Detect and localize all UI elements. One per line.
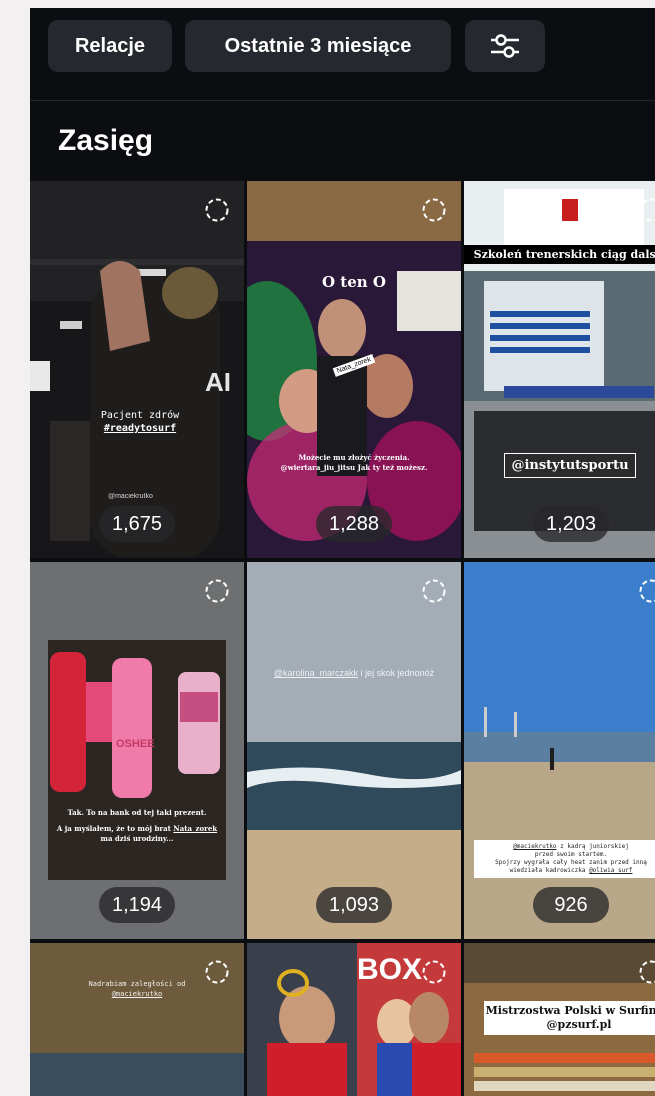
story-tile[interactable]: @karolina_marczakk i jej skok jednonóż 1… — [247, 562, 461, 939]
story-thumbnail: AI — [30, 181, 244, 558]
story-caption: BOX — [357, 953, 423, 986]
content-type-filter-button[interactable]: Relacje — [48, 20, 172, 72]
story-mention: @pzsurf.pl — [546, 1018, 612, 1031]
story-ring-icon — [205, 960, 229, 984]
section-title: Zasięg — [58, 124, 154, 157]
reach-count: 1,203 — [533, 506, 609, 542]
story-ring-icon — [205, 198, 229, 222]
time-period-filter-button[interactable]: Ostatnie 3 miesiące — [185, 20, 451, 72]
story-tile[interactable]: Nadrabiam zaległości od @maciekrutko — [30, 943, 244, 1096]
story-note: ma dziś urodziny... — [100, 834, 174, 843]
story-mention: Nata_zorek — [173, 824, 218, 833]
story-ring-icon — [205, 579, 229, 603]
story-mention: @maciekrutko — [108, 493, 153, 500]
story-caption: Pacjent zdrów — [100, 410, 180, 421]
story-caption: O ten O — [322, 273, 386, 291]
story-note: Tak. To na bank od tej taki prezent. — [67, 808, 207, 817]
story-tile[interactable]: Szkoleń trenerskich ciąg dalszy @instytu… — [464, 181, 655, 558]
story-ring-icon — [639, 960, 655, 984]
story-tile[interactable]: OSHEE Tak. To na bank od tej taki prezen… — [30, 562, 244, 939]
story-note: A ja myślałem, że to mój brat — [56, 824, 171, 833]
story-mention: @karolina_marczakk — [273, 668, 359, 678]
svg-text:AI: AI — [205, 367, 231, 397]
story-caption: i jej skok jednonóż — [360, 668, 435, 678]
story-thumbnail — [247, 562, 461, 939]
story-caption: z kadrą juniorskiej — [560, 843, 629, 850]
story-thumbnail — [464, 562, 655, 939]
story-note: przed swoim startem. — [534, 851, 608, 858]
more-filters-button[interactable] — [465, 20, 545, 72]
story-mention: @maciekrutko — [513, 843, 557, 850]
story-caption: Mistrzostwa Polski w Surfingu — [485, 1004, 655, 1017]
story-note: @wiertara_jiu_jitsu Jak ty też możesz. — [280, 463, 428, 472]
story-tile[interactable]: @maciekrutko z kadrą juniorskiej przed s… — [464, 562, 655, 939]
reach-count: 926 — [533, 887, 609, 923]
instagram-insights-screen: Relacje Ostatnie 3 miesiące Zasięg AI Pa… — [30, 8, 655, 1096]
story-caption: Szkoleń trenerskich ciąg dalszy — [464, 245, 655, 264]
stories-grid: AI Pacjent zdrów #readytosurf @maciekrut… — [30, 181, 655, 1096]
story-note: wiedziała kadrowiczka — [509, 867, 586, 874]
reach-count: 1,288 — [316, 506, 392, 542]
drink-brand: OSHEE — [116, 738, 155, 750]
story-mention: @maciekrutko — [111, 990, 163, 998]
story-tile[interactable]: AI Pacjent zdrów #readytosurf @maciekrut… — [30, 181, 244, 558]
story-ring-icon — [639, 579, 655, 603]
story-tile[interactable]: BOX — [247, 943, 461, 1096]
story-tile[interactable]: Mistrzostwa Polski w Surfingu @pzsurf.pl — [464, 943, 655, 1096]
story-ring-icon — [422, 198, 446, 222]
story-note: Możecie mu złożyć życzenia. — [298, 453, 410, 462]
story-ring-icon — [639, 198, 655, 222]
reach-count: 1,093 — [316, 887, 392, 923]
story-thumbnail — [30, 562, 244, 939]
sliders-icon — [491, 34, 519, 58]
story-ring-icon — [422, 579, 446, 603]
reach-count: 1,194 — [99, 887, 175, 923]
story-ring-icon — [422, 960, 446, 984]
story-thumbnail — [464, 181, 655, 558]
story-mention: @instytutsportu — [504, 453, 636, 478]
story-hashtag: #readytosurf — [103, 423, 177, 434]
story-mention: @oliwia_surf — [589, 867, 633, 874]
story-note: Spojrzy wygrała cały heat zanim przed in… — [495, 859, 647, 866]
divider — [30, 100, 655, 101]
filter-bar: Relacje Ostatnie 3 miesiące — [30, 8, 655, 100]
reach-count: 1,675 — [99, 506, 175, 542]
story-tile[interactable]: O ten O Nata_zorek Możecie mu złożyć życ… — [247, 181, 461, 558]
